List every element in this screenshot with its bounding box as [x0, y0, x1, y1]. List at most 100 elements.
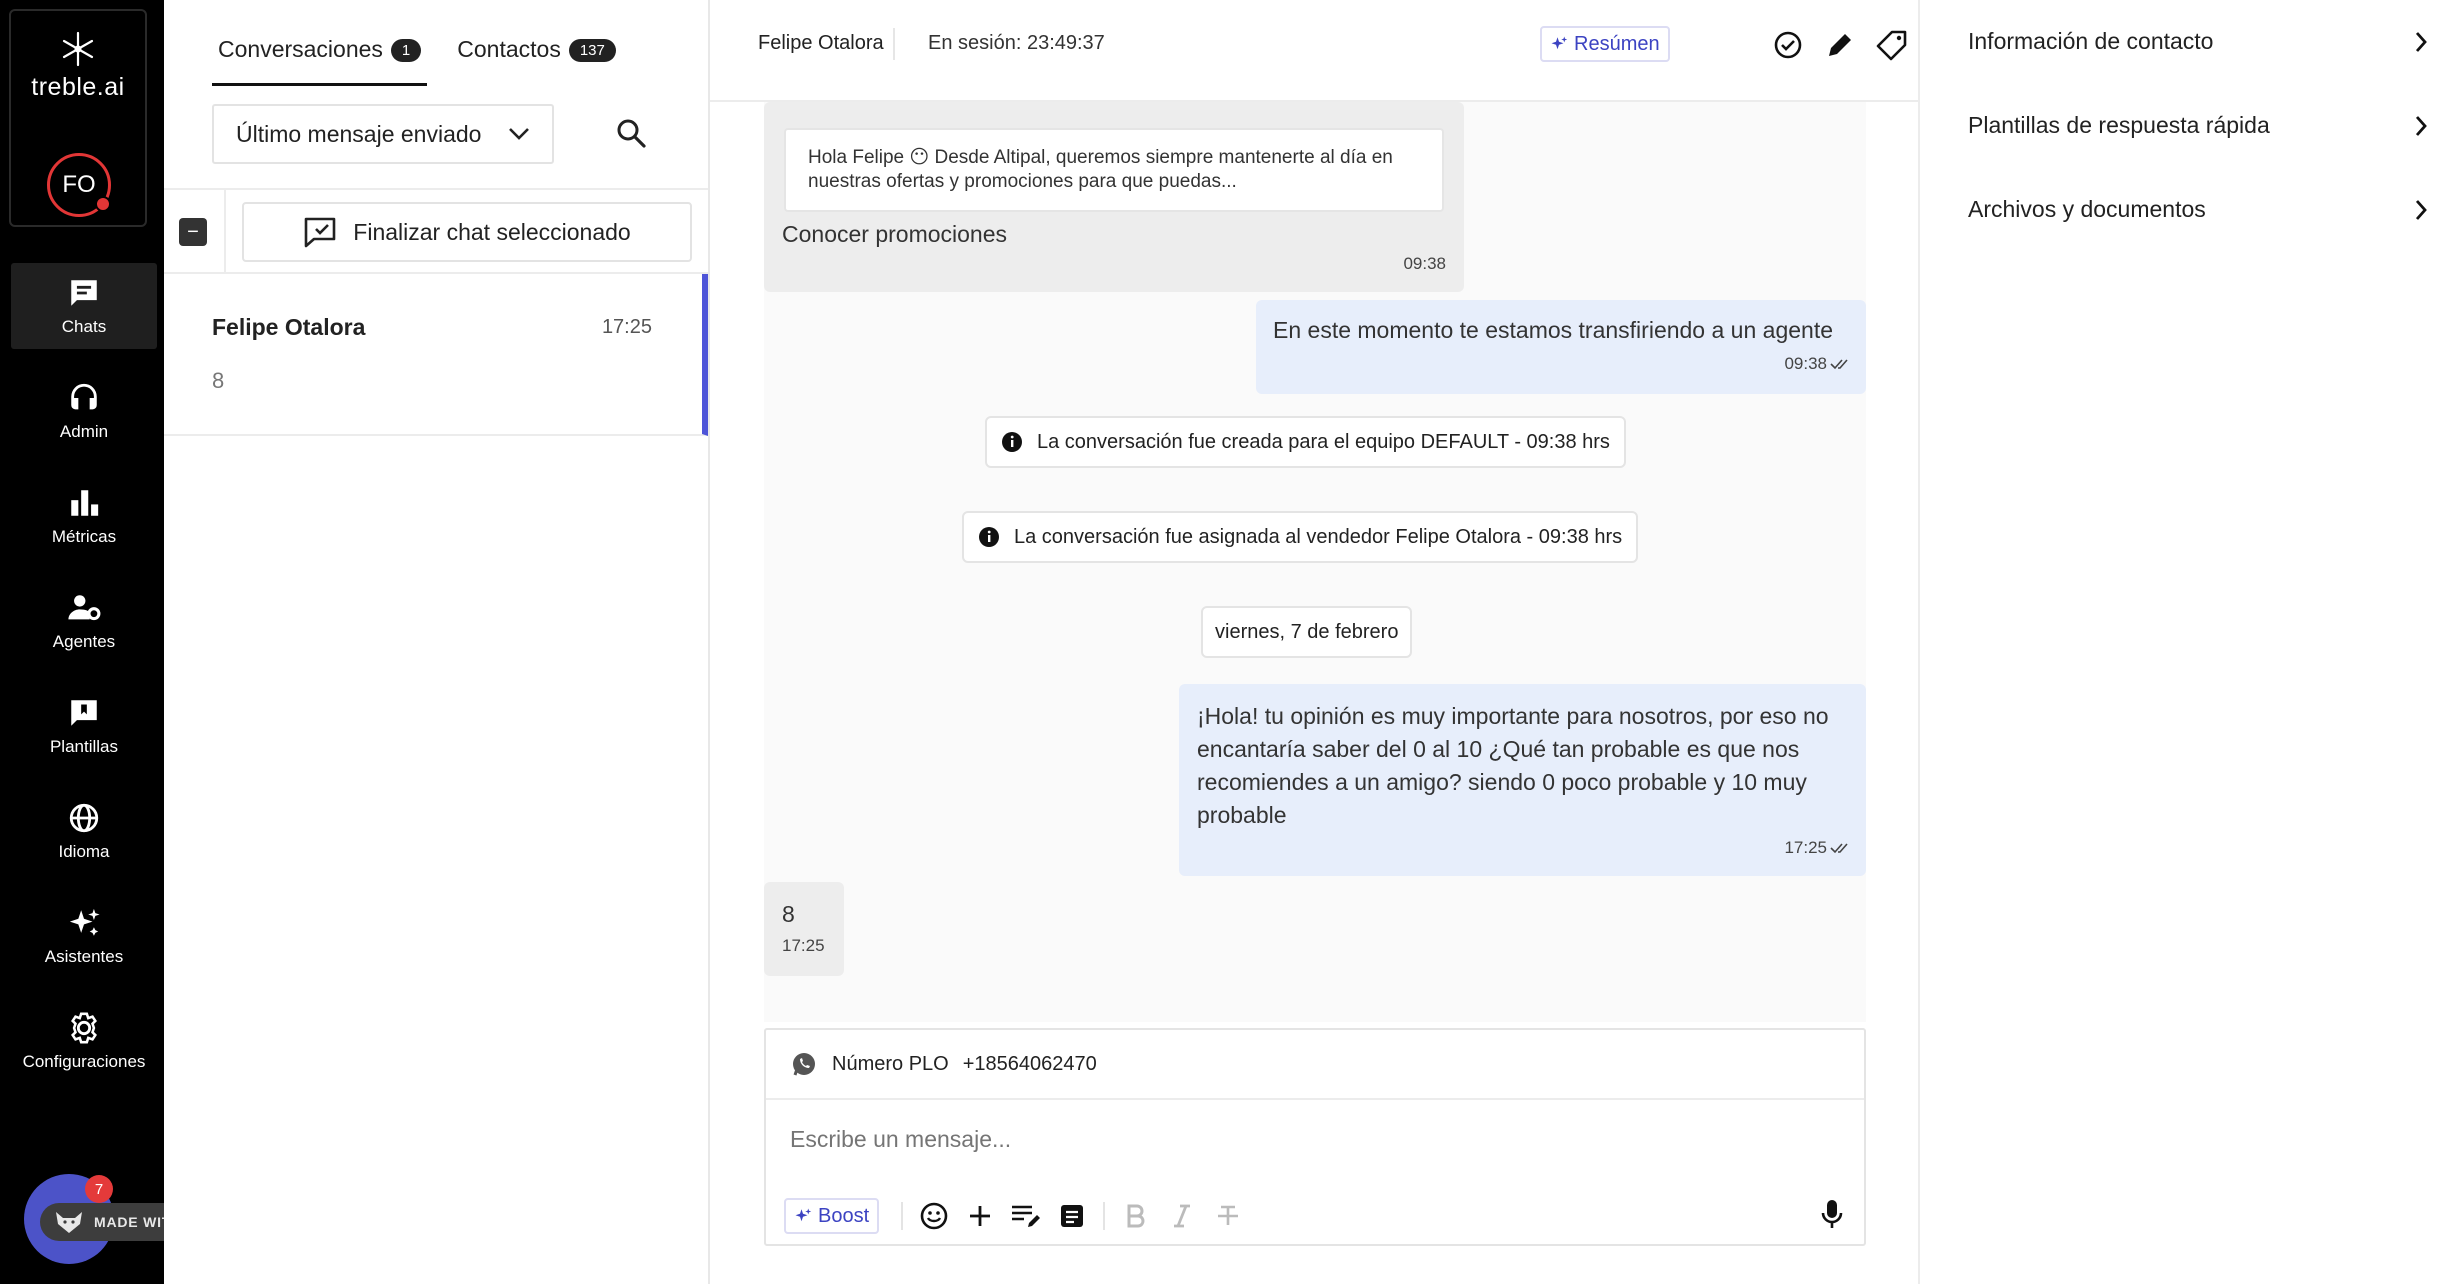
end-chat-label: Finalizar chat seleccionado [353, 218, 631, 245]
quick-reply-button[interactable] [1009, 1199, 1043, 1233]
tag-icon[interactable] [1875, 28, 1909, 62]
chat-panel: Felipe Otalora En sesión: 23:49:37 Resúm… [710, 0, 1957, 1284]
message-text: Conocer promociones [782, 221, 1008, 247]
info-icon [1002, 432, 1022, 452]
nav-item-metricas[interactable]: Métricas [11, 473, 157, 559]
emoji-button[interactable] [917, 1199, 951, 1233]
agents-gear-icon [68, 594, 101, 620]
summary-label: Resúmen [1574, 32, 1660, 55]
search-button[interactable] [614, 116, 650, 152]
bulk-actions-row: − Finalizar chat seleccionado [164, 188, 708, 274]
chevron-down-icon [509, 128, 529, 140]
list-item[interactable]: Felipe Otalora 17:25 8 [164, 274, 708, 436]
chat-check-icon [304, 217, 336, 248]
template-icon [71, 699, 97, 726]
sort-select[interactable]: Último mensaje enviado [212, 104, 554, 164]
brand-logo[interactable]: treble.ai [11, 29, 145, 102]
nav-item-chats[interactable]: Chats [11, 263, 157, 349]
message-incoming: 8 17:25 [764, 882, 844, 976]
system-notice: La conversación fue asignada al vendedor… [962, 511, 1639, 563]
nav-item-idioma[interactable]: Idioma [11, 788, 157, 874]
tab-contactos[interactable]: Contactos 137 [451, 30, 622, 86]
message-meta: 17:25 [1784, 838, 1850, 858]
gifox-badge: 7 [85, 1175, 113, 1203]
nav-label: Agentes [52, 631, 116, 651]
info-item-contact[interactable]: Información de contacto [1968, 28, 2428, 55]
nav-item-admin[interactable]: Admin [11, 368, 157, 454]
divider [224, 190, 226, 274]
channel-selector[interactable]: Número PLO +18564062470 [766, 1030, 1864, 1100]
sparkles-icon [69, 908, 100, 936]
document-icon [1061, 1205, 1084, 1227]
bold-button[interactable] [1119, 1199, 1153, 1233]
main-nav: Chats Admin Métricas Agentes Plantillas … [0, 263, 164, 1103]
italic-button[interactable] [1165, 1199, 1199, 1233]
nav-item-configuraciones[interactable]: Configuraciones [11, 998, 157, 1084]
info-item-label: Plantillas de respuesta rápida [1968, 112, 2270, 138]
message-input[interactable] [790, 1126, 1790, 1153]
globe-icon [69, 803, 99, 832]
select-all-checkbox[interactable]: − [179, 218, 207, 246]
message-incoming: Hola Felipe 😶 Desde Altipal, queremos si… [764, 102, 1464, 292]
summary-button[interactable]: Resúmen [1540, 26, 1670, 62]
left-nav-rail: treble.ai FO Chats Admin Métricas Agente… [0, 0, 164, 1284]
message-meta: 09:38 [1784, 354, 1850, 374]
info-item-quick-replies[interactable]: Plantillas de respuesta rápida [1968, 112, 2428, 139]
attach-button[interactable] [963, 1199, 997, 1233]
tab-label: Contactos [457, 36, 561, 62]
nav-label: Idioma [58, 841, 110, 861]
conversation-list-panel: Conversaciones 1 Contactos 137 Último me… [164, 0, 710, 1284]
strikethrough-button[interactable] [1211, 1199, 1245, 1233]
strikethrough-icon [1218, 1205, 1239, 1225]
search-icon [617, 119, 646, 148]
message-text: ¡Hola! tu opinión es muy importante para… [1197, 703, 1829, 828]
message-text: 8 [782, 901, 795, 927]
double-check-icon [1830, 359, 1848, 370]
tab-conversaciones[interactable]: Conversaciones 1 [212, 30, 428, 86]
edit-pencil-icon[interactable] [1823, 28, 1857, 62]
nav-label: Configuraciones [22, 1051, 146, 1071]
divider [1103, 1202, 1106, 1230]
message-time: 09:38 [1784, 354, 1827, 373]
emoji-icon [920, 1202, 948, 1230]
nav-item-plantillas[interactable]: Plantillas [11, 683, 157, 769]
message-outgoing: ¡Hola! tu opinión es muy importante para… [1179, 684, 1866, 876]
status-dot [95, 196, 111, 212]
chat-icon [71, 279, 97, 306]
contact-info-panel: Información de contacto Plantillas de re… [1922, 0, 2458, 1284]
info-item-label: Información de contacto [1968, 28, 2214, 54]
channel-number: +18564062470 [962, 1052, 1097, 1075]
system-notice-text: La conversación fue asignada al vendedor… [1014, 525, 1623, 548]
nav-label: Asistentes [44, 946, 124, 966]
tab-count-badge: 137 [568, 39, 616, 62]
end-selected-chat-button[interactable]: Finalizar chat seleccionado [242, 202, 692, 262]
sparkles-icon [1551, 36, 1568, 50]
bold-icon [1127, 1204, 1145, 1228]
check-circle-icon[interactable] [1771, 28, 1805, 62]
nav-label: Chats [61, 316, 107, 336]
nav-item-asistentes[interactable]: Asistentes [11, 893, 157, 979]
voice-note-button[interactable] [1820, 1198, 1844, 1235]
system-notice-text: La conversación fue creada para el equip… [1037, 430, 1610, 453]
template-button[interactable] [1055, 1199, 1089, 1233]
list-tabs: Conversaciones 1 Contactos 137 [212, 30, 646, 86]
nav-item-agentes[interactable]: Agentes [11, 578, 157, 664]
system-notice: La conversación fue creada para el equip… [985, 416, 1626, 468]
date-separator: viernes, 7 de febrero [1201, 606, 1413, 658]
sparkles-icon [795, 1208, 812, 1222]
boost-button[interactable]: Boost [784, 1198, 880, 1234]
gear-icon [71, 1012, 97, 1043]
brand-name: treble.ai [31, 73, 125, 101]
composer-toolbar: Boost [784, 1196, 1251, 1236]
session-timer: En sesión: 23:49:37 [928, 32, 1105, 54]
boost-label: Boost [818, 1204, 870, 1227]
divider [893, 28, 895, 60]
nav-label: Admin [59, 421, 109, 441]
double-check-icon [1830, 843, 1848, 854]
info-item-files[interactable]: Archivos y documentos [1968, 196, 2428, 223]
chat-preview: 8 [212, 368, 225, 393]
user-avatar[interactable]: FO [47, 153, 111, 217]
avatar-initials: FO [62, 171, 96, 198]
text-edit-icon [1012, 1205, 1041, 1227]
fox-icon [56, 1212, 82, 1233]
